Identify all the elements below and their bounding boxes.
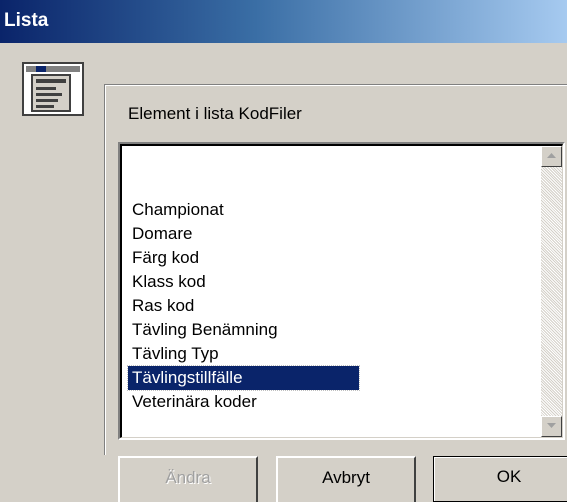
list-item[interactable]: Veterinära koder [128,390,528,414]
scroll-down-button[interactable] [541,416,562,437]
arrow-down-icon [547,423,556,428]
listbox-frame: Championat Domare Färg kod Klass kod Ras… [120,144,563,438]
list-document-icon [22,62,86,118]
cancel-button[interactable]: Avbryt [276,456,416,502]
title-bar[interactable]: Lista [0,0,567,43]
list-item[interactable]: Tävling Typ [128,342,528,366]
list-item-selected[interactable]: Tävlingstillfälle [127,365,360,391]
list-item[interactable] [128,174,528,198]
ok-button[interactable]: OK [433,456,567,502]
list-item[interactable]: Domare [128,222,528,246]
list-items: Championat Domare Färg kod Klass kod Ras… [127,174,528,414]
edit-button[interactable]: Ändra [118,456,258,502]
list-item[interactable]: Championat [128,198,528,222]
list-item[interactable]: Färg kod [128,246,528,270]
vertical-scrollbar[interactable] [541,146,562,437]
list-item[interactable]: Tävling Benämning [128,318,528,342]
group-label: Element i lista KodFiler [128,104,302,123]
window-title: Lista [4,10,49,31]
arrow-up-icon [547,153,556,158]
code-files-listbox[interactable]: Championat Domare Färg kod Klass kod Ras… [118,142,565,440]
list-item[interactable]: Klass kod [128,270,528,294]
scroll-up-button[interactable] [541,146,562,167]
list-item[interactable]: Ras kod [128,294,528,318]
